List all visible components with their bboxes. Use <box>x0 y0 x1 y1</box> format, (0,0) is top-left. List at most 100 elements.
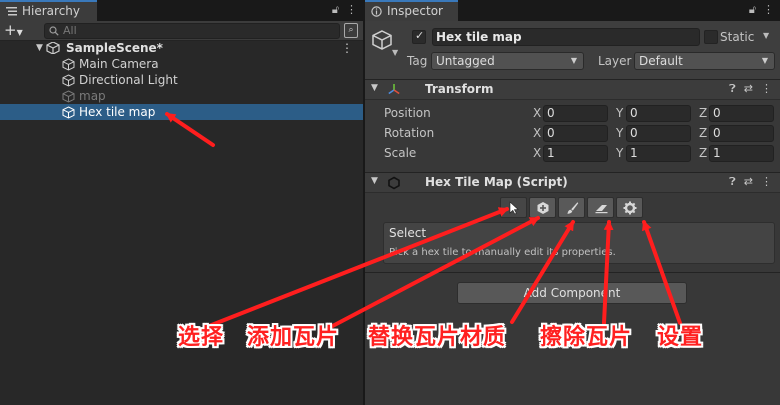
fold-arrow-icon[interactable]: ▼ <box>371 83 378 93</box>
axis-x-label[interactable]: X <box>533 146 541 160</box>
hex-tile-map-title: Hex Tile Map (Script) <box>425 175 568 189</box>
scene-menu-icon[interactable]: ⋮ <box>341 40 353 56</box>
gameobject-cube-icon <box>62 74 75 87</box>
create-dropdown-button[interactable]: +▼ <box>4 22 23 41</box>
axis-y-label[interactable]: Y <box>616 146 623 160</box>
gameobject-cube-icon <box>62 106 75 119</box>
chevron-down-icon: ▼ <box>16 28 23 37</box>
scale-x-field[interactable]: 1 <box>543 145 608 162</box>
expand-arrow-icon[interactable]: ▼ <box>36 40 43 56</box>
add-component-button[interactable]: Add Component <box>457 282 687 304</box>
rotation-label: Rotation <box>384 126 435 140</box>
scene-row[interactable]: ▼ SampleScene* ⋮ <box>0 40 363 56</box>
info-icon <box>371 6 382 17</box>
rotation-row: Rotation X 0 Y 0 Z 0 <box>365 124 780 142</box>
scene-visibility-button[interactable]: ⌕ <box>344 23 358 38</box>
more-icon[interactable]: ⋮ <box>763 3 774 16</box>
search-icon <box>49 26 59 36</box>
tab-inspector-label: Inspector <box>387 4 443 18</box>
annotation-add: 添加瓦片 <box>247 325 340 350</box>
tool-help-title: Select <box>389 226 427 240</box>
component-tools: ❓︎ ⇄ ⋮ <box>721 82 772 96</box>
presets-icon[interactable]: ⇄ <box>744 82 753 95</box>
annotation-settings: 设置 <box>657 325 704 350</box>
position-z-field[interactable]: 0 <box>709 105 774 122</box>
tool-help-box: Select Pick a hex tile to manually edit … <box>383 222 775 264</box>
rotation-x-field[interactable]: 0 <box>543 125 608 142</box>
axis-z-label[interactable]: Z <box>699 106 707 120</box>
scale-label: Scale <box>384 146 417 160</box>
list-item-label: Hex tile map <box>79 105 156 119</box>
lock-icon[interactable]: 🔓︎ <box>749 3 756 16</box>
tag-dropdown[interactable]: Untagged ▼ <box>431 52 584 70</box>
hierarchy-tree: ▼ SampleScene* ⋮ Main Camera Directional… <box>0 40 363 120</box>
component-menu-icon[interactable]: ⋮ <box>761 82 772 95</box>
axis-z-label[interactable]: Z <box>699 146 707 160</box>
rotation-z-field[interactable]: 0 <box>709 125 774 142</box>
tag-label: Tag <box>407 54 428 68</box>
hierarchy-toolbar: +▼ All ⌕ <box>0 21 363 41</box>
list-item[interactable]: Main Camera <box>0 56 363 72</box>
transform-axes-icon <box>388 84 400 95</box>
inspector-tabbar: Inspector 🔓︎ ⋮ <box>365 0 780 21</box>
paint-material-tool-button[interactable] <box>558 197 585 218</box>
lock-icon[interactable]: 🔓︎ <box>332 3 339 16</box>
erase-tool-button[interactable] <box>587 197 614 218</box>
search-placeholder: All <box>63 24 77 37</box>
axis-x-label[interactable]: X <box>533 106 541 120</box>
inspector-tab-tools: 🔓︎ ⋮ <box>742 3 774 17</box>
chevron-down-icon: ▼ <box>570 56 577 65</box>
settings-tool-button[interactable] <box>616 197 643 218</box>
more-icon[interactable]: ⋮ <box>346 3 357 16</box>
hierarchy-tab-tools: 🔓︎ ⋮ <box>325 3 357 17</box>
rotation-y-field[interactable]: 0 <box>626 125 691 142</box>
list-icon <box>6 7 17 16</box>
scale-row: Scale X 1 Y 1 Z 1 <box>365 144 780 162</box>
axis-y-label[interactable]: Y <box>616 126 623 140</box>
gear-icon <box>623 201 637 215</box>
list-item-label: Main Camera <box>79 57 159 71</box>
list-item-selected[interactable]: Hex tile map <box>0 104 363 120</box>
select-tool-button[interactable] <box>500 197 527 218</box>
help-icon[interactable]: ❓︎ <box>729 175 736 188</box>
list-item-label: Directional Light <box>79 73 178 87</box>
transform-component-header[interactable]: ▼ Transform ❓︎ ⇄ ⋮ <box>365 79 780 100</box>
help-icon[interactable]: ❓︎ <box>729 82 736 95</box>
static-dropdown-chevron-icon[interactable]: ▼ <box>763 31 769 40</box>
icon-dropdown-chevron-icon[interactable]: ▼ <box>392 48 398 57</box>
unity-scene-icon <box>46 42 60 54</box>
position-y-field[interactable]: 0 <box>626 105 691 122</box>
axis-z-label[interactable]: Z <box>699 126 707 140</box>
layer-value: Default <box>639 54 683 68</box>
component-menu-icon[interactable]: ⋮ <box>761 175 772 188</box>
list-item-label: map <box>79 89 106 103</box>
scene-label: SampleScene* <box>66 41 163 55</box>
presets-icon[interactable]: ⇄ <box>744 175 753 188</box>
list-item[interactable]: Directional Light <box>0 72 363 88</box>
axis-x-label[interactable]: X <box>533 126 541 140</box>
position-x-field[interactable]: 0 <box>543 105 608 122</box>
search-input[interactable]: All <box>44 23 340 39</box>
chevron-down-icon: ▼ <box>761 56 768 65</box>
hex-tile-map-component-header[interactable]: ▼ Hex Tile Map (Script) ❓︎ ⇄ ⋮ <box>365 172 780 193</box>
hexagon-icon <box>388 176 400 190</box>
gameobject-cube-icon <box>62 58 75 71</box>
layer-dropdown[interactable]: Default ▼ <box>634 52 775 70</box>
gameobject-header: ▼ Hex tile map Static ▼ Tag Untagged ▼ L… <box>365 21 780 80</box>
list-item[interactable]: map <box>0 88 363 104</box>
component-tools: ❓︎ ⇄ ⋮ <box>721 175 772 189</box>
tab-hierarchy-label: Hierarchy <box>22 4 81 18</box>
scale-y-field[interactable]: 1 <box>626 145 691 162</box>
axis-y-label[interactable]: Y <box>616 106 623 120</box>
add-tile-tool-button[interactable] <box>529 197 556 218</box>
object-name-field[interactable]: Hex tile map <box>432 28 700 46</box>
annotation-erase: 擦除瓦片 <box>540 325 633 350</box>
tab-inspector[interactable]: Inspector <box>365 0 458 21</box>
position-row: Position X 0 Y 0 Z 0 <box>365 104 780 122</box>
fold-arrow-icon[interactable]: ▼ <box>371 176 378 186</box>
scale-z-field[interactable]: 1 <box>709 145 774 162</box>
active-checkbox[interactable] <box>412 29 426 44</box>
static-checkbox[interactable] <box>704 30 718 44</box>
tab-hierarchy[interactable]: Hierarchy <box>0 0 97 21</box>
gameobject-cube-icon[interactable] <box>371 29 393 51</box>
